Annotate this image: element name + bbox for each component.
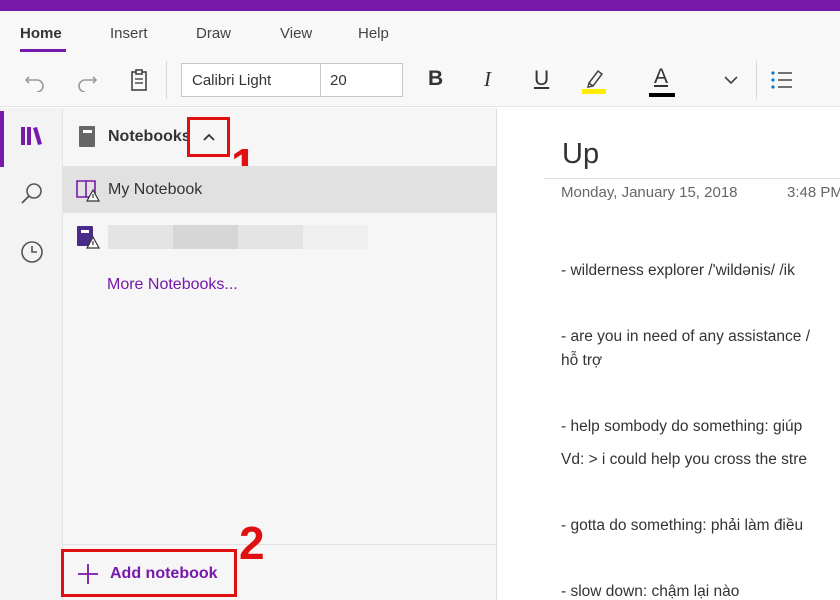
note-line-7[interactable]: - slow down: chậm lại nào [561, 583, 739, 600]
font-color-swatch [649, 93, 675, 97]
more-notebooks-link[interactable]: More Notebooks... [107, 276, 238, 294]
search-icon[interactable] [18, 180, 46, 208]
font-box-divider [320, 64, 321, 96]
notebooks-panel: Notebooks 1 My Notebook More Notebooks..… [61, 108, 497, 600]
title-underline [544, 178, 840, 179]
blurred-notebook-name [108, 225, 368, 249]
tab-insert[interactable]: Insert [110, 25, 148, 42]
note-line-4[interactable]: - help sombody do something: giúp [561, 418, 802, 436]
note-line-3[interactable]: hỗ trợ [561, 352, 602, 370]
active-tab-indicator [20, 49, 66, 52]
ribbon-toolbar: Calibri Light 20 B I U A [0, 55, 840, 107]
underline-button[interactable]: U [534, 67, 549, 91]
navigation-rail [0, 108, 63, 600]
page-canvas[interactable]: Up Monday, January 15, 2018 3:48 PM - wi… [498, 108, 840, 600]
bullet-list-icon[interactable] [766, 65, 796, 95]
tab-help[interactable]: Help [358, 25, 389, 42]
italic-button[interactable]: I [484, 67, 491, 92]
notebooks-header-label[interactable]: Notebooks [108, 128, 191, 146]
ribbon-tabs: Home Insert Draw View Help [0, 11, 840, 55]
font-picker[interactable]: Calibri Light 20 [181, 63, 403, 97]
callout-box-2 [61, 549, 237, 597]
note-line-1[interactable]: - wilderness explorer /'wildənis/ /ik [561, 262, 795, 280]
notebook-item-my-notebook[interactable]: My Notebook [63, 166, 496, 213]
tab-draw[interactable]: Draw [196, 25, 231, 42]
page-date: Monday, January 15, 2018 [561, 184, 738, 201]
font-name-field[interactable]: Calibri Light [192, 72, 271, 89]
undo-icon[interactable] [20, 65, 50, 95]
callout-box-1 [187, 117, 230, 157]
font-color-glyph: A [654, 65, 669, 88]
note-line-5[interactable]: Vd: > i could help you cross the stre [561, 451, 807, 469]
page-title[interactable]: Up [562, 138, 599, 171]
bold-button[interactable]: B [428, 67, 443, 91]
recent-clock-icon[interactable] [18, 238, 46, 266]
font-color-button[interactable]: A [648, 65, 676, 99]
rail-active-indicator [0, 111, 4, 167]
callout-number-2: 2 [239, 517, 265, 569]
tab-view[interactable]: View [280, 25, 312, 42]
tab-home[interactable]: Home [20, 25, 62, 42]
highlighter-icon[interactable] [579, 65, 609, 95]
notebook-header-icon [77, 125, 97, 154]
page-time: 3:48 PM [787, 184, 840, 201]
notebook-item-label: My Notebook [108, 181, 203, 198]
font-size-field[interactable]: 20 [330, 72, 347, 89]
note-line-2[interactable]: - are you in need of any assistance / [561, 328, 810, 346]
notebooks-icon[interactable] [18, 122, 46, 150]
notebook-closed-icon [75, 224, 101, 255]
toolbar-divider [166, 61, 167, 99]
notebook-open-icon [75, 177, 101, 208]
note-line-6[interactable]: - gotta do something: phải làm điều [561, 517, 803, 535]
clipboard-icon[interactable] [124, 65, 154, 95]
title-accent-bar [0, 0, 840, 11]
redo-icon[interactable] [72, 65, 102, 95]
notebook-item-hidden[interactable] [63, 213, 496, 260]
chevron-down-icon[interactable] [716, 65, 746, 95]
toolbar-divider-2 [756, 61, 757, 99]
